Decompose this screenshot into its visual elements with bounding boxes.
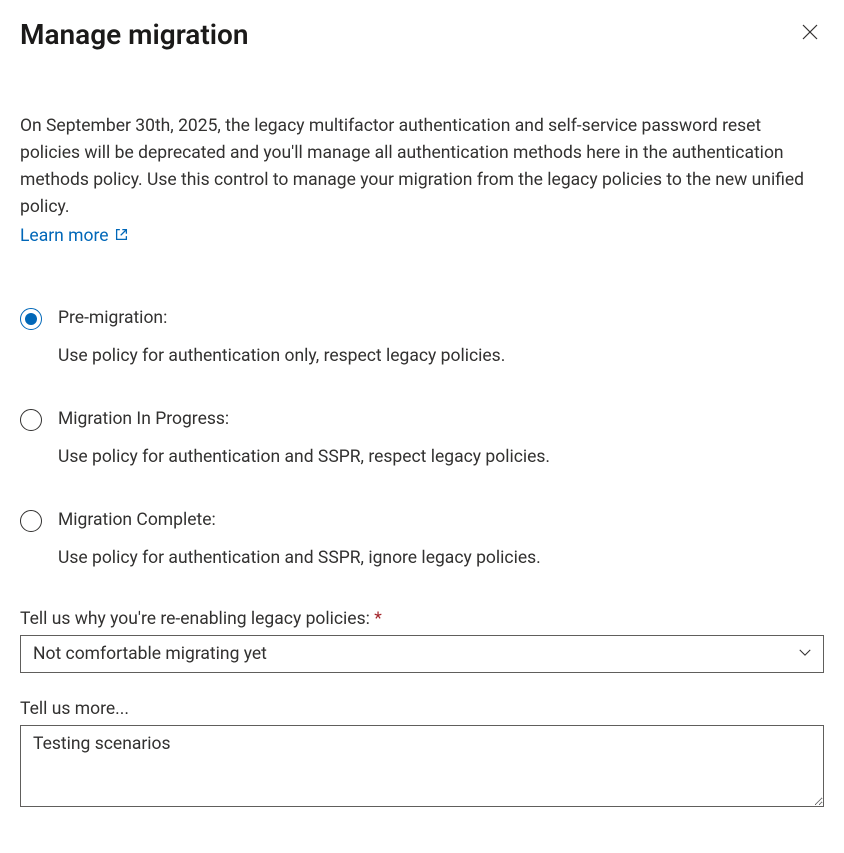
close-button[interactable]: [796, 18, 824, 46]
option-label: Pre-migration:: [58, 306, 824, 331]
page-title: Manage migration: [20, 18, 249, 51]
reason-label: Tell us why you're re-enabling legacy po…: [20, 609, 824, 629]
option-migration-complete[interactable]: Migration Complete: Use policy for authe…: [20, 508, 824, 571]
close-icon: [802, 28, 818, 43]
radio-migration-complete[interactable]: [20, 510, 42, 532]
more-textarea[interactable]: Testing scenarios: [20, 725, 824, 807]
radio-pre-migration[interactable]: [20, 308, 42, 330]
learn-more-label: Learn more: [20, 226, 109, 246]
option-pre-migration[interactable]: Pre-migration: Use policy for authentica…: [20, 306, 824, 369]
option-label: Migration In Progress:: [58, 407, 824, 432]
required-marker: *: [374, 609, 382, 629]
reason-select[interactable]: Not comfortable migrating yet: [20, 635, 824, 673]
radio-migration-in-progress[interactable]: [20, 409, 42, 431]
external-link-icon: [115, 226, 128, 246]
option-desc: Use policy for authentication and SSPR, …: [58, 445, 824, 470]
intro-text: On September 30th, 2025, the legacy mult…: [20, 113, 824, 222]
option-desc: Use policy for authentication only, resp…: [58, 344, 824, 369]
option-desc: Use policy for authentication and SSPR, …: [58, 546, 824, 571]
more-label: Tell us more...: [20, 699, 824, 719]
option-label: Migration Complete:: [58, 508, 824, 533]
migration-options: Pre-migration: Use policy for authentica…: [20, 306, 824, 571]
option-migration-in-progress[interactable]: Migration In Progress: Use policy for au…: [20, 407, 824, 470]
learn-more-link[interactable]: Learn more: [20, 226, 128, 246]
reason-select-value[interactable]: Not comfortable migrating yet: [20, 635, 824, 673]
